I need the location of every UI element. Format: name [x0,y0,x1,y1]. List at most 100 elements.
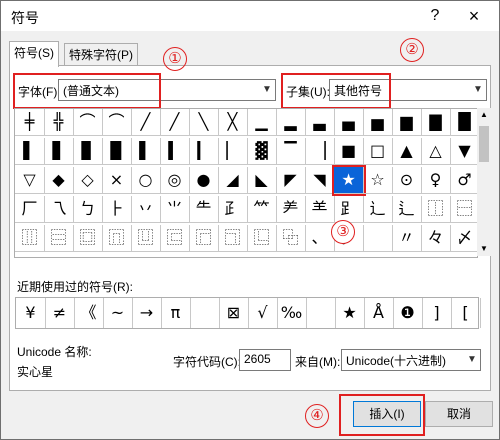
symbol-cell[interactable]: ⿳ [44,225,74,252]
symbol-cell[interactable]: ▄ [334,109,364,136]
symbol-cell[interactable]: ⿲ [15,225,45,252]
symbol-cell[interactable]: 〃 [392,225,422,252]
symbol-cell[interactable]: ▆ [392,109,422,136]
symbol-cell[interactable]: ╲ [189,109,219,136]
recent-symbol[interactable] [306,298,336,328]
symbol-cell[interactable]: ⿺ [247,225,277,252]
symbol-cell[interactable]: 乁 [44,196,74,223]
symbol-cell[interactable]: ▏ [218,138,248,165]
recent-symbol[interactable]: 《 [74,298,104,328]
symbol-cell[interactable]: ⿷ [160,225,190,252]
symbol-cell[interactable]: ╱ [131,109,161,136]
symbol-cell[interactable]: ▲ [392,138,422,165]
symbol-cell[interactable]: ◆ [44,167,74,194]
symbol-cell[interactable]: ⊙ [392,167,422,194]
symbol-cell[interactable]: ◥ [305,167,335,194]
recent-symbol[interactable]: [ [451,298,481,328]
recent-symbol[interactable]: π [161,298,191,328]
symbol-cell[interactable]: ⿰ [421,196,451,223]
symbol-cell[interactable]: ⺪ [218,196,248,223]
symbol-cell[interactable]: 〆 [450,225,480,252]
symbol-cell[interactable]: ╬ [44,109,74,136]
recent-symbol[interactable]: Å [364,298,394,328]
recent-symbol[interactable]: ¥ [16,298,46,328]
symbol-cell[interactable]: ⺌ [160,196,190,223]
symbol-cell[interactable]: □ [363,138,393,165]
symbol-cell[interactable]: ▍ [160,138,190,165]
symbol-cell[interactable]: ⿹ [218,225,248,252]
recent-symbol[interactable]: ⊠ [219,298,249,328]
symbol-cell[interactable]: △ [421,138,451,165]
symbol-cell[interactable]: ⿱ [450,196,480,223]
symbol-cell[interactable]: ▅ [363,109,393,136]
recent-symbol[interactable]: ≠ [45,298,75,328]
grid-scrollbar[interactable]: ▲ ▼ [477,108,491,256]
symbol-cell[interactable]: ㄅ [73,196,103,223]
symbol-cell[interactable]: ╳ [218,109,248,136]
symbol-cell[interactable]: ▁ [247,109,277,136]
recent-symbol[interactable]: ❶ [393,298,423,328]
symbol-cell[interactable]: ▋ [44,138,74,165]
scroll-thumb[interactable] [479,126,489,162]
tab-symbols[interactable]: 符号(S) [9,41,59,67]
scroll-up-icon[interactable]: ▲ [477,108,491,122]
scroll-down-icon[interactable]: ▼ [477,242,491,256]
symbol-cell[interactable]: ▃ [305,109,335,136]
symbol-cell[interactable]: ◇ [73,167,103,194]
symbol-cell[interactable]: ● [189,167,219,194]
symbol-cell[interactable]: ○ [131,167,161,194]
symbol-cell[interactable]: ⺶ [276,196,306,223]
symbol-cell[interactable]: ▌ [15,138,45,165]
symbol-cell[interactable]: ⻍ [392,196,422,223]
recent-symbol[interactable]: √ [248,298,278,328]
recent-symbol[interactable]: ~ [103,298,133,328]
symbol-cell[interactable]: ▇ [421,109,451,136]
symbol-cell[interactable]: ▎ [189,138,219,165]
char-code-input[interactable]: 2605 [239,349,291,371]
symbol-cell[interactable]: ▓ [247,138,277,165]
symbol-cell[interactable]: ⺷ [305,196,335,223]
symbol-cell[interactable]: 厂 [15,196,45,223]
from-select[interactable]: Unicode(十六进制) ▼ [341,349,481,371]
symbol-cell[interactable]: ▊ [73,138,103,165]
symbol-cell[interactable]: █ [450,109,480,136]
recent-symbol[interactable]: ★ [335,298,365,328]
symbol-cell[interactable]: ◢ [218,167,248,194]
symbol-cell[interactable]: ⻌ [363,196,393,223]
symbol-cell[interactable]: ▂ [276,109,306,136]
symbol-cell[interactable]: 丷 [131,196,161,223]
symbol-cell[interactable]: ▉ [102,138,132,165]
symbol-cell[interactable]: ◣ [247,167,277,194]
symbol-cell[interactable]: ╪ [15,109,45,136]
symbol-cell[interactable]: ╱ [160,109,190,136]
symbol-cell[interactable]: ▼ [450,138,480,165]
symbol-cell[interactable]: 々 [421,225,451,252]
symbol-cell[interactable]: ⌒ [73,109,103,136]
symbol-cell[interactable]: ◤ [276,167,306,194]
symbol-cell[interactable]: ⌒ [102,109,132,136]
recent-symbol[interactable]: ] [422,298,452,328]
symbol-cell[interactable]: ▽ [15,167,45,194]
symbol-cell[interactable]: ⿵ [102,225,132,252]
symbol-cell[interactable]: ◎ [160,167,190,194]
symbol-cell[interactable]: ⿸ [189,225,219,252]
recent-symbol[interactable]: → [132,298,162,328]
recent-symbol[interactable]: ‰ [277,298,307,328]
symbol-cell[interactable]: ⺧ [189,196,219,223]
symbol-cell[interactable]: ♀ [421,167,451,194]
symbol-cell[interactable]: ▕ [305,138,335,165]
help-button[interactable]: ? [425,6,445,26]
symbol-cell[interactable]: ♂ [450,167,480,194]
tab-special-characters[interactable]: 特殊字符(P) [64,43,138,66]
symbol-cell[interactable]: ▔ [276,138,306,165]
symbol-cell-selected[interactable]: ★ [332,165,366,196]
symbol-cell[interactable]: ▌ [131,138,161,165]
symbol-cell[interactable]: ⻊ [334,196,364,223]
symbol-cell[interactable]: ⺮ [247,196,277,223]
symbol-cell[interactable]: ☆ [363,167,393,194]
symbol-cell[interactable]: ■ [334,138,364,165]
symbol-cell[interactable]: ⿶ [131,225,161,252]
close-button[interactable]: × [463,5,485,27]
symbol-cell[interactable]: × [102,167,132,194]
symbol-cell[interactable]: ⿴ [73,225,103,252]
